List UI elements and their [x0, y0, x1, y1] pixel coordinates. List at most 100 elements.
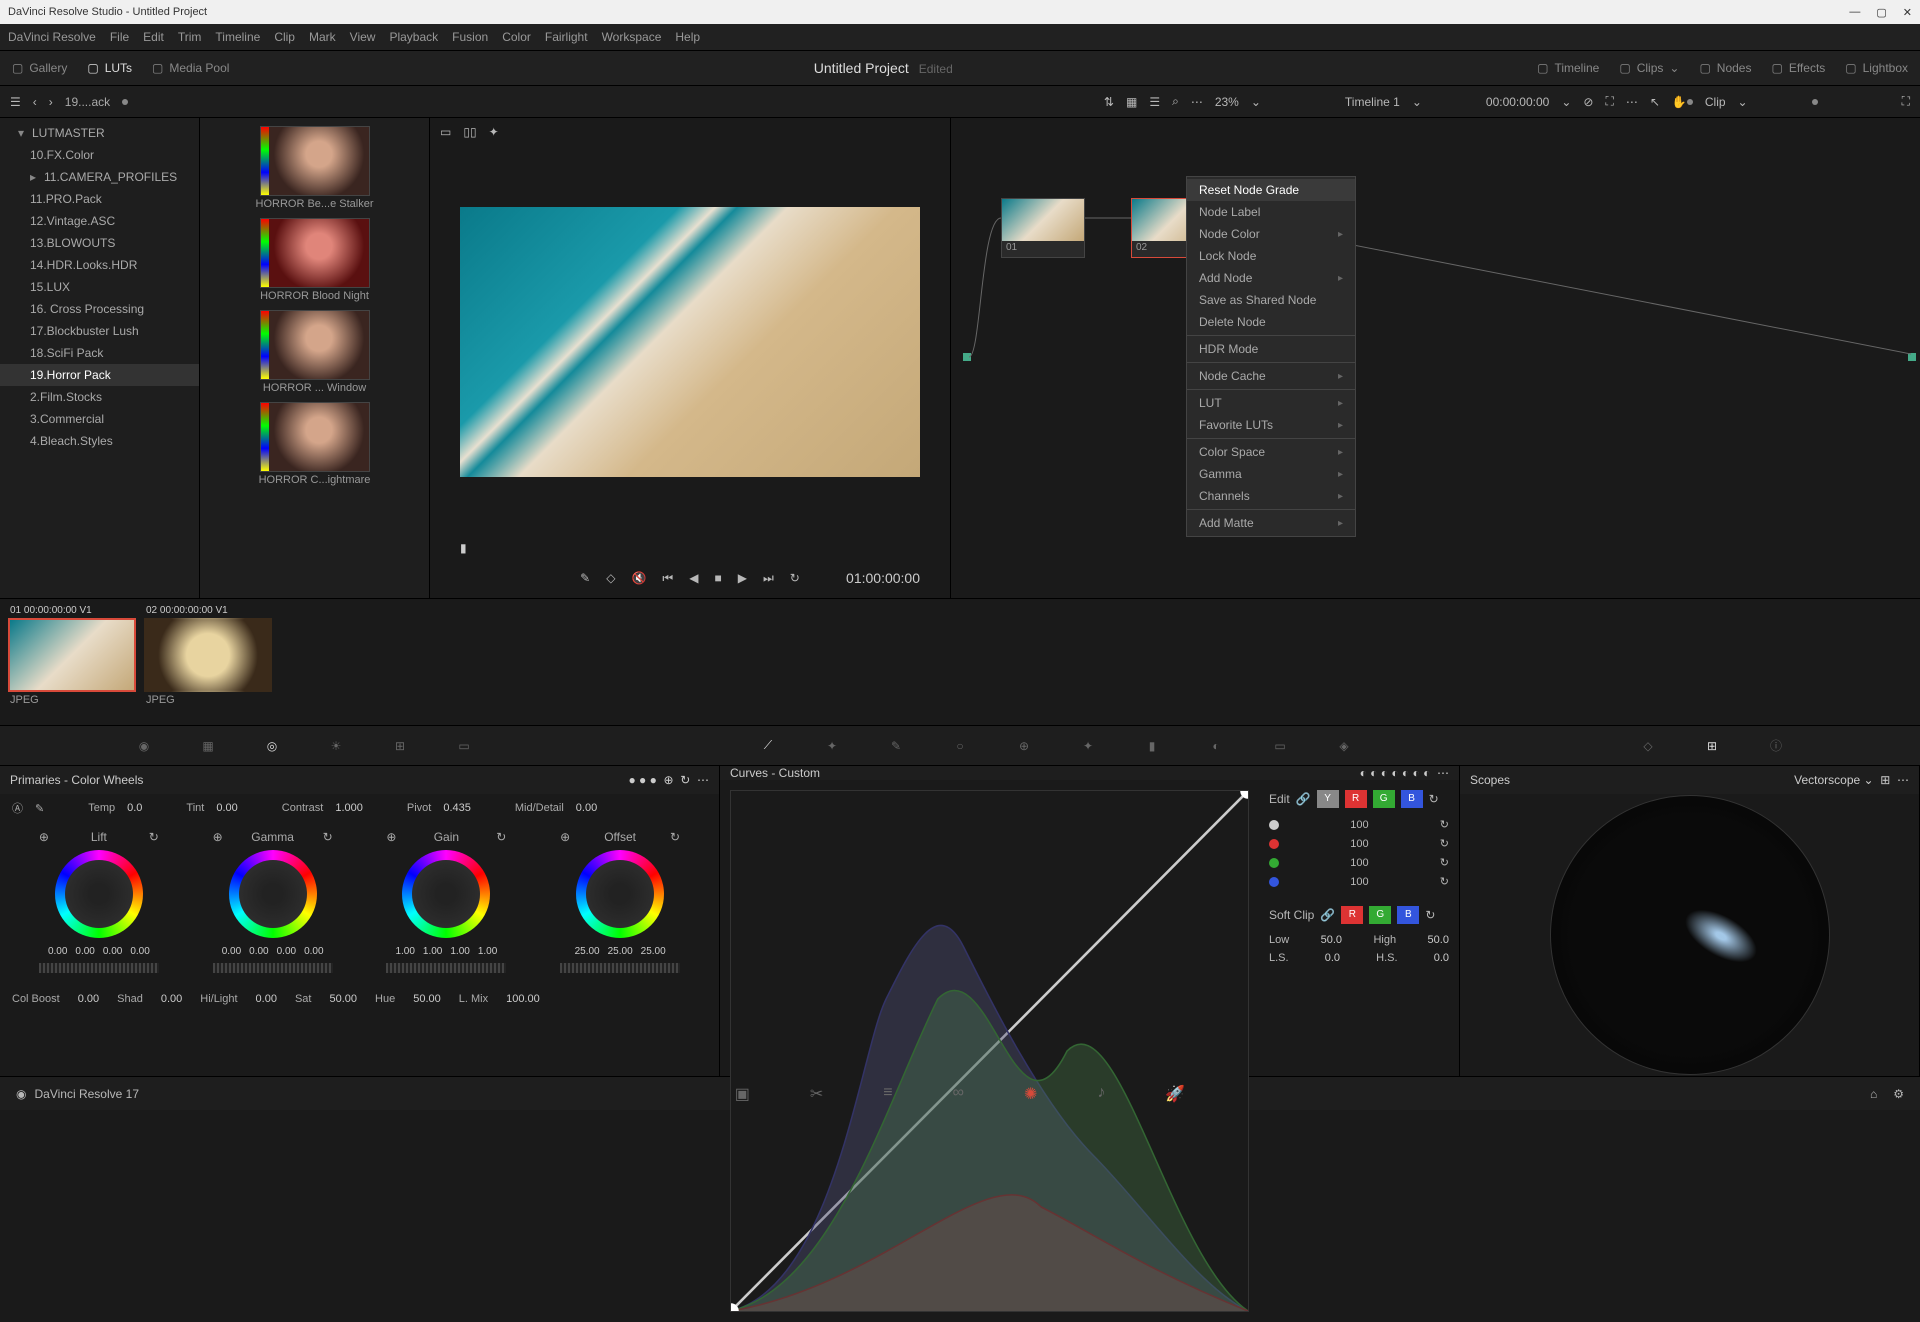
reset-icon[interactable]: ↻ — [680, 773, 690, 787]
curves-icon[interactable]: ⟋ — [756, 734, 780, 758]
edit-page-icon[interactable]: ≡ — [883, 1084, 892, 1104]
sort-icon[interactable]: ⇅ — [1104, 95, 1114, 109]
b-channel-button[interactable]: B — [1397, 906, 1419, 924]
menu-help[interactable]: Help — [675, 30, 700, 44]
ctx-node-cache[interactable]: Node Cache▸ — [1187, 365, 1355, 387]
cut-page-icon[interactable]: ✂ — [810, 1084, 823, 1104]
r-channel-button[interactable]: R — [1341, 906, 1363, 924]
link-icon[interactable]: 🔗 — [1296, 792, 1311, 806]
window-icon[interactable]: ○ — [948, 734, 972, 758]
mid-value[interactable]: 0.00 — [576, 802, 597, 814]
timecode-in[interactable]: 00:00:00:00 — [1486, 95, 1549, 109]
ctx-node-color[interactable]: Node Color▸ — [1187, 223, 1355, 245]
menu-fairlight[interactable]: Fairlight — [545, 30, 588, 44]
clip-label[interactable]: Clip — [1705, 95, 1726, 109]
key-icon[interactable]: ◐ — [1204, 734, 1228, 758]
node-graph[interactable]: 01 02 Reset Node GradeNode LabelNode Col… — [950, 118, 1920, 598]
viewer-timecode[interactable]: 01:00:00:00 — [846, 570, 920, 586]
ctx-color-space[interactable]: Color Space▸ — [1187, 441, 1355, 463]
fusion-page-icon[interactable]: ∞ — [953, 1084, 964, 1104]
reset-icon[interactable]: ↻ — [1429, 792, 1439, 806]
low-value[interactable]: 50.0 — [1321, 934, 1342, 946]
warper-icon[interactable]: ✦ — [820, 734, 844, 758]
ctx-favorite-luts[interactable]: Favorite LUTs▸ — [1187, 414, 1355, 436]
hilight-value[interactable]: 0.00 — [256, 993, 277, 1005]
effects-button[interactable]: ▢Effects — [1771, 61, 1825, 75]
menu-view[interactable]: View — [350, 30, 376, 44]
tree-item[interactable]: 4.Bleach.Styles — [0, 430, 199, 452]
info-icon[interactable]: ⓘ — [1764, 734, 1788, 758]
timeline-label[interactable]: Timeline 1 — [1345, 95, 1400, 109]
ctx-hdr-mode[interactable]: HDR Mode — [1187, 338, 1355, 360]
ctx-add-node[interactable]: Add Node▸ — [1187, 267, 1355, 289]
clips-button[interactable]: ▢Clips ⌄ — [1619, 61, 1679, 75]
expand-icon[interactable]: ⊞ — [1880, 773, 1890, 787]
menu-timeline[interactable]: Timeline — [215, 30, 260, 44]
chevron-down-icon[interactable]: ⌄ — [1412, 95, 1422, 109]
maximize-icon[interactable]: ▢ — [1876, 6, 1886, 19]
menu-workspace[interactable]: Workspace — [602, 30, 662, 44]
dots-icon[interactable]: ● ● ● — [628, 773, 656, 787]
hdr-icon[interactable]: ☀ — [324, 734, 348, 758]
reset-icon[interactable]: ↻ — [1425, 908, 1435, 922]
marker-icon[interactable]: ◇ — [606, 571, 615, 585]
sidebar-toggle-icon[interactable]: ☰ — [10, 95, 21, 109]
ctx-lock-node[interactable]: Lock Node — [1187, 245, 1355, 267]
lmix-value[interactable]: 100.00 — [506, 993, 540, 1005]
tree-item[interactable]: 15.LUX — [0, 276, 199, 298]
nav-fwd-icon[interactable]: › — [49, 95, 53, 109]
menu-color[interactable]: Color — [502, 30, 531, 44]
wheel-gain[interactable]: ⊕Gain↻1.001.001.001.00 — [366, 830, 526, 979]
tree-item[interactable]: 12.Vintage.ASC — [0, 210, 199, 232]
color-match-icon[interactable]: ▦ — [196, 734, 220, 758]
list-view-icon[interactable]: ☰ — [1149, 95, 1160, 109]
ctx-node-label[interactable]: Node Label — [1187, 201, 1355, 223]
keyframes-icon[interactable]: ◇ — [1636, 734, 1660, 758]
curves-graph[interactable] — [730, 790, 1249, 1312]
y-channel-button[interactable]: Y — [1317, 790, 1339, 808]
gallery-button[interactable]: ▢Gallery — [12, 61, 67, 75]
close-icon[interactable]: ✕ — [1903, 6, 1912, 19]
menu-file[interactable]: File — [110, 30, 129, 44]
b-channel-button[interactable]: B — [1401, 790, 1423, 808]
menu-clip[interactable]: Clip — [274, 30, 295, 44]
ctx-channels[interactable]: Channels▸ — [1187, 485, 1355, 507]
graph-output-port[interactable] — [1908, 353, 1916, 361]
tree-item[interactable]: 11.PRO.Pack — [0, 188, 199, 210]
chevron-down-icon[interactable]: ⌄ — [1251, 95, 1261, 109]
play-reverse-icon[interactable]: ◀ — [689, 571, 698, 585]
menu-trim[interactable]: Trim — [178, 30, 202, 44]
tree-item[interactable]: 14.HDR.Looks.HDR — [0, 254, 199, 276]
camera-raw-icon[interactable]: ◉ — [132, 734, 156, 758]
tree-item[interactable]: 17.Blockbuster Lush — [0, 320, 199, 342]
menu-davinci-resolve[interactable]: DaVinci Resolve — [8, 30, 96, 44]
media-page-icon[interactable]: ▣ — [735, 1084, 750, 1104]
mute-icon[interactable]: 🔇 — [631, 571, 646, 585]
highlight-icon[interactable]: ▭ — [440, 125, 451, 139]
wheel-gamma[interactable]: ⊕Gamma↻0.000.000.000.00 — [193, 830, 353, 979]
clip-item[interactable]: 01 00:00:00:00 V1JPEG — [8, 603, 136, 721]
auto-icon[interactable]: Ⓐ — [12, 800, 23, 816]
wheel-lift[interactable]: ⊕Lift↻0.000.000.000.00 — [19, 830, 179, 979]
rgb-mixer-icon[interactable]: ⊞ — [388, 734, 412, 758]
tree-item[interactable]: 19.Horror Pack — [0, 364, 199, 386]
home-icon[interactable]: ⌂ — [1870, 1087, 1877, 1101]
graph-input-port[interactable] — [963, 353, 971, 361]
zoom-value[interactable]: 23% — [1215, 95, 1239, 109]
clip-item[interactable]: 02 00:00:00:00 V1JPEG — [144, 603, 272, 721]
shad-value[interactable]: 0.00 — [161, 993, 182, 1005]
settings-icon[interactable]: ⚙ — [1893, 1087, 1904, 1101]
last-frame-icon[interactable]: ⏭ — [763, 571, 774, 586]
minimize-icon[interactable]: — — [1849, 6, 1860, 19]
lut-item[interactable]: HORROR ... Window — [208, 310, 421, 394]
sizing-icon[interactable]: ▭ — [1268, 734, 1292, 758]
tree-parent[interactable]: ▾LUTMASTER — [0, 122, 199, 144]
tree-item[interactable]: 3.Commercial — [0, 408, 199, 430]
more-icon[interactable]: ⋯ — [1626, 95, 1638, 109]
high-value[interactable]: 50.0 — [1428, 934, 1449, 946]
media-button[interactable]: ▢Media Pool — [152, 61, 229, 75]
more-icon[interactable]: ⋯ — [1191, 95, 1203, 109]
timeline-button[interactable]: ▢Timeline — [1537, 61, 1599, 75]
blur-icon[interactable]: ▮ — [1140, 734, 1164, 758]
lightbox-button[interactable]: ▢Lightbox — [1845, 61, 1908, 75]
